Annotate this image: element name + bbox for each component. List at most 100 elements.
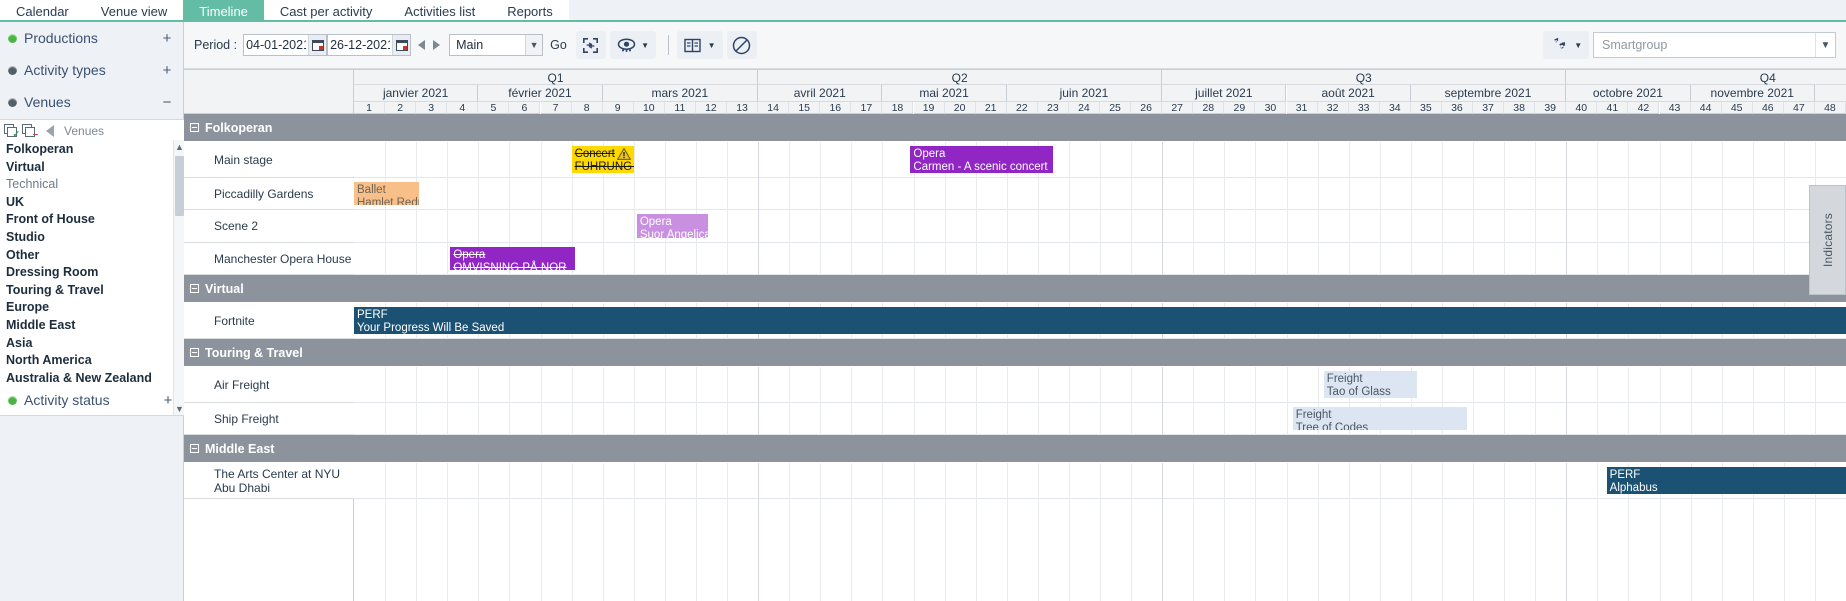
scrollbar-thumb[interactable] — [175, 156, 184, 216]
timeline-group-label-virtual[interactable]: Virtual — [184, 275, 354, 303]
timeline-month-header: mars 2021 — [602, 85, 759, 102]
timeline-resource-label-the-arts-center-at-nyu-abu-dhabi[interactable]: The Arts Center at NYU Abu Dhabi — [184, 463, 354, 499]
activity-bar-omvisning[interactable]: Opera OMVISNING PÅ NOR — [450, 247, 575, 270]
scroll-up-icon[interactable]: ▲ — [174, 140, 184, 153]
go-button[interactable]: Go — [550, 38, 567, 52]
date-to-field[interactable] — [327, 34, 412, 56]
tab-label: Reports — [507, 3, 553, 19]
status-bullet-icon — [8, 395, 17, 405]
timeline-chart-area[interactable]: ConcertFUHRUNG AUF I OperaCarmen - A scen… — [354, 114, 1846, 601]
calendar-icon[interactable] — [308, 35, 327, 55]
timeline-row-labels: Folkoperan Main stage Piccadilly Gardens Sc… — [184, 114, 354, 601]
tab-calendar[interactable]: Calendar — [0, 0, 85, 22]
tab-activities-list[interactable]: Activities list — [388, 0, 491, 22]
expand-toggle-icon[interactable]: + — [161, 30, 173, 47]
block-button[interactable] — [726, 31, 757, 59]
timeline-body: Folkoperan Main stage Piccadilly Gardens Sc… — [184, 114, 1846, 601]
activity-bar-alphabus[interactable]: PERF Alphabus — [1606, 467, 1846, 494]
layout-columns-button[interactable]: ▼ — [676, 31, 723, 59]
activity-bar-title: Suor Angelica — [639, 229, 709, 238]
venue-filter-panel: ✓ – Venues Folkoperan Virtual Technical UK F… — [0, 119, 184, 416]
activity-bar-tao-of-glass[interactable]: Freight Tao of Glass — [1323, 371, 1418, 398]
chevron-down-icon[interactable]: ▼ — [641, 41, 649, 50]
indicators-tab[interactable]: Indicators — [1809, 185, 1846, 295]
select-all-icon[interactable]: ✓ — [4, 124, 20, 139]
venue-list-item[interactable]: Folkoperan — [2, 141, 184, 159]
timeline-week-header: 16 — [820, 102, 852, 114]
visibility-button[interactable]: ▼ — [609, 31, 656, 59]
view-select[interactable]: Main ▼ — [449, 34, 544, 56]
activity-bar-tree-of-codes[interactable]: Freight Tree of Codes — [1292, 407, 1467, 430]
prev-arrow-icon[interactable] — [418, 40, 426, 50]
venue-list-item[interactable]: Europe — [2, 299, 184, 317]
timeline-group-label-middle-east[interactable]: Middle East — [184, 435, 354, 463]
chevron-down-icon[interactable]: ▼ — [525, 35, 543, 55]
timeline-group-label-touring-travel[interactable]: Touring & Travel — [184, 339, 354, 367]
venue-list-item[interactable]: Middle East — [2, 317, 184, 335]
activity-bar-hamlet-redux[interactable]: BalletHamlet Redux — [354, 182, 420, 205]
sidebar-item-activity-types[interactable]: Activity types + — [0, 54, 183, 86]
venue-list-item[interactable]: Front of House — [2, 211, 184, 229]
venue-list-item[interactable]: Technical — [2, 176, 184, 194]
timeline-week-header: 34 — [1379, 102, 1411, 114]
tab-venue-view[interactable]: Venue view — [85, 0, 184, 22]
timeline-resource-label-fortnite[interactable]: Fortnite — [184, 303, 354, 339]
timeline-week-header: 37 — [1473, 102, 1505, 114]
activity-bar-fortnite-perf[interactable]: PERF Your Progress Will Be Saved — [354, 307, 1846, 334]
venue-list-item[interactable]: Virtual — [2, 159, 184, 177]
collapse-toggle-icon[interactable] — [190, 284, 199, 293]
venue-list-item[interactable]: Other — [2, 247, 184, 265]
timeline-week-header: 28 — [1193, 102, 1225, 114]
back-arrow-icon[interactable] — [46, 125, 54, 137]
activity-bar-concert[interactable]: ConcertFUHRUNG AUF I — [571, 146, 634, 173]
timeline-week-header: 21 — [975, 102, 1007, 114]
timeline-resource-label-air-freight[interactable]: Air Freight — [184, 367, 354, 403]
sidebar-item-productions[interactable]: Productions + — [0, 22, 183, 54]
collapse-toggle-icon[interactable]: − — [161, 94, 173, 111]
next-arrow-icon[interactable] — [433, 40, 441, 50]
timeline-month-header: juillet 2021 — [1162, 85, 1287, 102]
timeline-group-label-folkoperan[interactable]: Folkoperan — [184, 114, 354, 142]
smartgroup-select[interactable]: Smartgroup ▼ — [1593, 32, 1836, 58]
timeline-week-header: 36 — [1441, 102, 1473, 114]
venue-list-scrollbar[interactable]: ▲ ▼ — [173, 140, 184, 415]
venue-list-item[interactable]: UK — [2, 194, 184, 212]
venue-list-item[interactable]: North America — [2, 352, 184, 370]
timeline-resource-label-scene-2[interactable]: Scene 2 — [184, 210, 354, 243]
date-from-input[interactable] — [244, 35, 309, 55]
date-from-field[interactable] — [243, 34, 328, 56]
settings-button[interactable]: ▼ — [1543, 31, 1589, 59]
sidebar-item-activity-status[interactable]: Activity status + — [0, 384, 184, 416]
activity-bar-carmen[interactable]: Opera Carmen - A scenic concert — [910, 146, 1054, 173]
venue-list-item[interactable]: Touring & Travel — [2, 282, 184, 300]
collapse-toggle-icon[interactable] — [190, 444, 199, 453]
timeline-resource-label-main-stage[interactable]: Main stage — [184, 142, 354, 178]
chevron-down-icon[interactable]: ▼ — [708, 41, 716, 50]
group-label-text: Middle East — [205, 441, 275, 456]
expand-toggle-icon[interactable]: + — [161, 62, 173, 79]
date-to-input[interactable] — [328, 35, 393, 55]
activity-bar-suor-angelica[interactable]: Opera Suor Angelica — [636, 214, 709, 238]
timeline-resource-label-piccadilly-gardens[interactable]: Piccadilly Gardens — [184, 178, 354, 210]
tab-cast-per-activity[interactable]: Cast per activity — [264, 0, 388, 22]
activity-bar-title: Your Progress Will Be Saved — [357, 322, 505, 334]
calendar-icon[interactable] — [392, 35, 411, 55]
venue-list-item[interactable]: Studio — [2, 229, 184, 247]
timeline-resource-label-ship-freight[interactable]: Ship Freight — [184, 403, 354, 435]
fit-to-screen-icon[interactable] — [575, 31, 606, 59]
chevron-down-icon[interactable]: ▼ — [1574, 41, 1582, 50]
tab-timeline[interactable]: Timeline — [183, 0, 264, 22]
venue-list-item[interactable]: Asia — [2, 335, 184, 353]
activity-bar-type: Freight — [1295, 409, 1332, 421]
tab-reports[interactable]: Reports — [491, 0, 569, 22]
deselect-all-icon[interactable]: – — [22, 124, 38, 139]
venue-list-item[interactable]: Dressing Room — [2, 264, 184, 282]
collapse-toggle-icon[interactable] — [190, 348, 199, 357]
expand-toggle-icon[interactable]: + — [162, 392, 174, 409]
timeline-resource-label-manchester-opera-house[interactable]: Manchester Opera House — [184, 243, 354, 275]
timeline-week-header: 9 — [602, 102, 634, 114]
collapse-toggle-icon[interactable] — [190, 123, 199, 132]
chevron-down-icon[interactable]: ▼ — [1815, 33, 1835, 57]
timeline-week-header: 40 — [1566, 102, 1598, 114]
sidebar-item-venues[interactable]: Venues − — [0, 86, 183, 118]
